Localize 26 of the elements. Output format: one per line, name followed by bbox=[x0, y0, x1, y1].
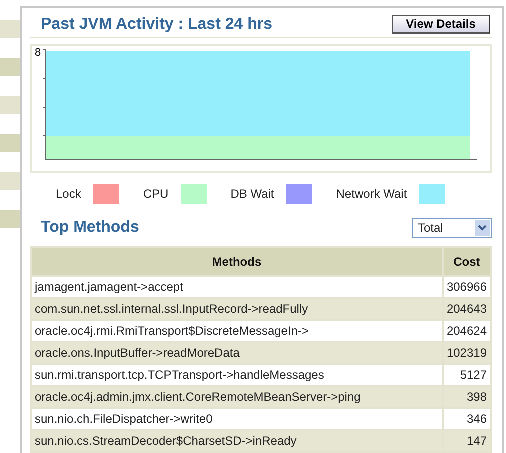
section-title: Top Methods bbox=[41, 219, 140, 238]
table-row bbox=[0, 96, 21, 114]
legend-label: Lock bbox=[56, 187, 82, 202]
method-cell: oracle.oc4j.admin.jmx.client.CoreRemoteMBeanServer->ping bbox=[31, 386, 443, 408]
column-header: Cost bbox=[442, 247, 491, 276]
chevron-down-icon bbox=[478, 225, 487, 232]
method-cell: oracle.ons.InputBuffer->readMoreData bbox=[31, 342, 443, 364]
method-cell: sun.nio.cs.StreamDecoder$CharsetSD->inReady bbox=[31, 430, 443, 452]
column-header: Methods bbox=[31, 247, 443, 276]
cost-cell: 147 bbox=[442, 430, 491, 452]
legend-label: CPU bbox=[143, 187, 169, 202]
table-row bbox=[0, 172, 21, 190]
table-row bbox=[0, 134, 21, 152]
legend-label: Network Wait bbox=[336, 187, 408, 202]
y-axis-label: 8 bbox=[35, 46, 42, 59]
cost-cell: 204643 bbox=[442, 298, 491, 320]
table-row bbox=[0, 58, 21, 76]
table-row bbox=[0, 20, 21, 38]
cost-cell: 398 bbox=[442, 386, 491, 408]
period-dropdown[interactable]: Total bbox=[412, 218, 492, 238]
legend-label: DB Wait bbox=[230, 187, 274, 202]
panel-title: Past JVM Activity : Last 24 hrs bbox=[41, 16, 272, 34]
method-cell: com.sun.net.ssl.internal.ssl.InputRecord->readFully bbox=[31, 298, 443, 320]
cost-cell: 102319 bbox=[442, 342, 491, 364]
table-row bbox=[0, 210, 21, 228]
view-details-button[interactable]: View Details bbox=[392, 15, 490, 34]
